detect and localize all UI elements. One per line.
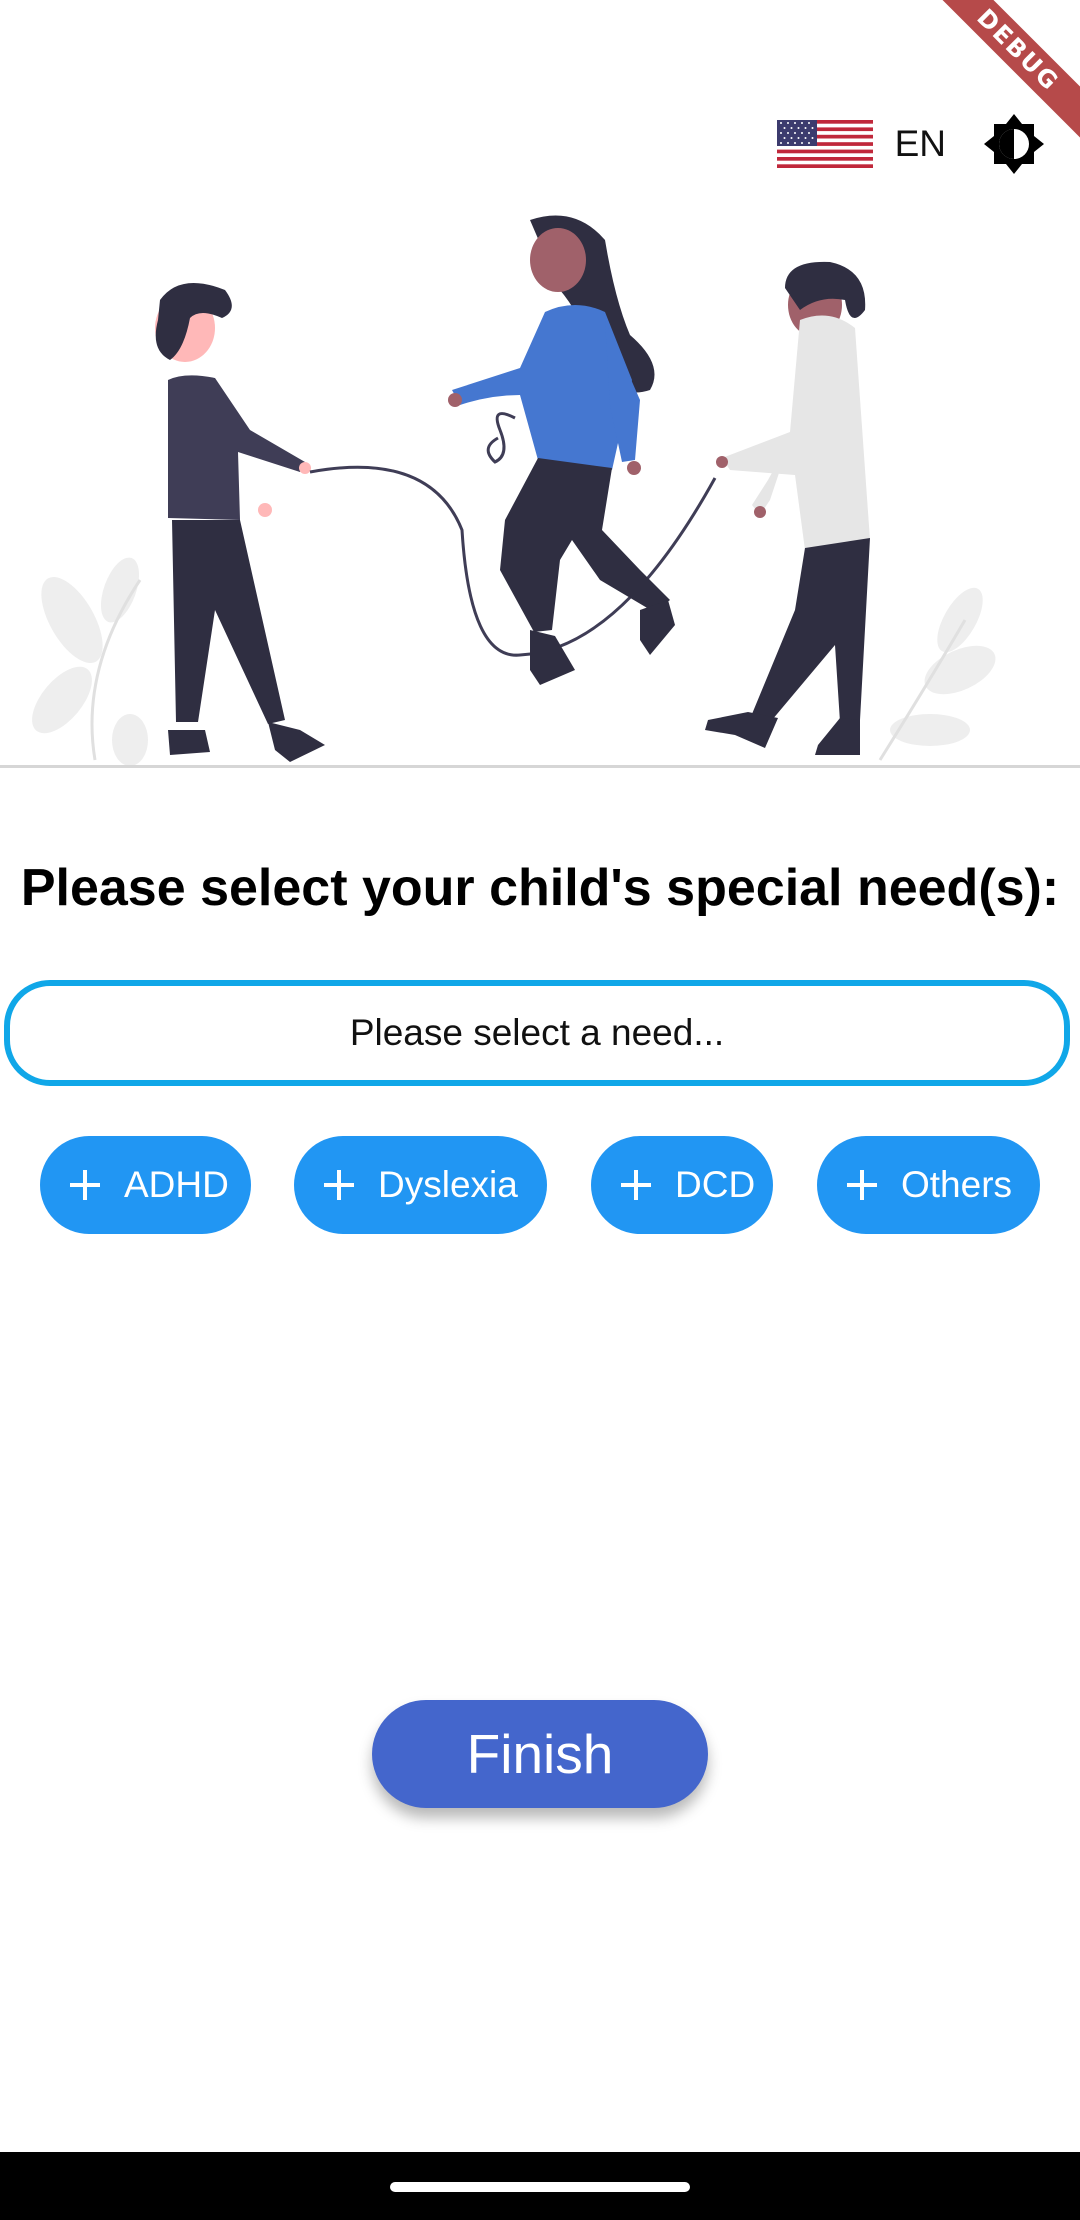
finish-button-label: Finish xyxy=(466,1723,614,1785)
page-title: Please select your child's special need(… xyxy=(20,859,1060,917)
chip-others[interactable]: Others xyxy=(817,1136,1040,1234)
us-flag-icon xyxy=(776,120,873,168)
top-bar: EN xyxy=(776,112,1046,176)
chip-label: ADHD xyxy=(124,1164,229,1205)
plus-icon xyxy=(324,1170,354,1200)
chip-dyslexia[interactable]: Dyslexia xyxy=(294,1136,547,1234)
plus-icon xyxy=(847,1170,877,1200)
home-gesture-handle[interactable] xyxy=(390,2182,690,2192)
chip-label: Others xyxy=(901,1164,1013,1205)
plus-icon xyxy=(70,1170,100,1200)
language-code: EN xyxy=(894,123,946,164)
need-select-field[interactable]: Please select a need... xyxy=(4,980,1070,1086)
language-selector[interactable]: EN xyxy=(776,120,960,168)
finish-button[interactable]: Finish xyxy=(372,1700,708,1808)
chip-dcd[interactable]: DCD xyxy=(591,1136,773,1234)
hero-illustration xyxy=(0,200,1080,766)
chip-label: DCD xyxy=(675,1164,756,1205)
plus-icon xyxy=(621,1170,651,1200)
brightness-icon xyxy=(984,114,1044,174)
chip-label: Dyslexia xyxy=(378,1164,518,1205)
hero-divider xyxy=(0,765,1080,768)
theme-toggle-button[interactable] xyxy=(982,112,1046,176)
need-select-placeholder: Please select a need... xyxy=(349,1012,725,1053)
children-jumping-rope-illustration xyxy=(32,215,996,766)
need-chips: ADHD Dyslexia DCD Others xyxy=(0,1136,1080,1234)
system-navigation-bar xyxy=(0,2152,1080,2220)
chip-adhd[interactable]: ADHD xyxy=(40,1136,251,1234)
